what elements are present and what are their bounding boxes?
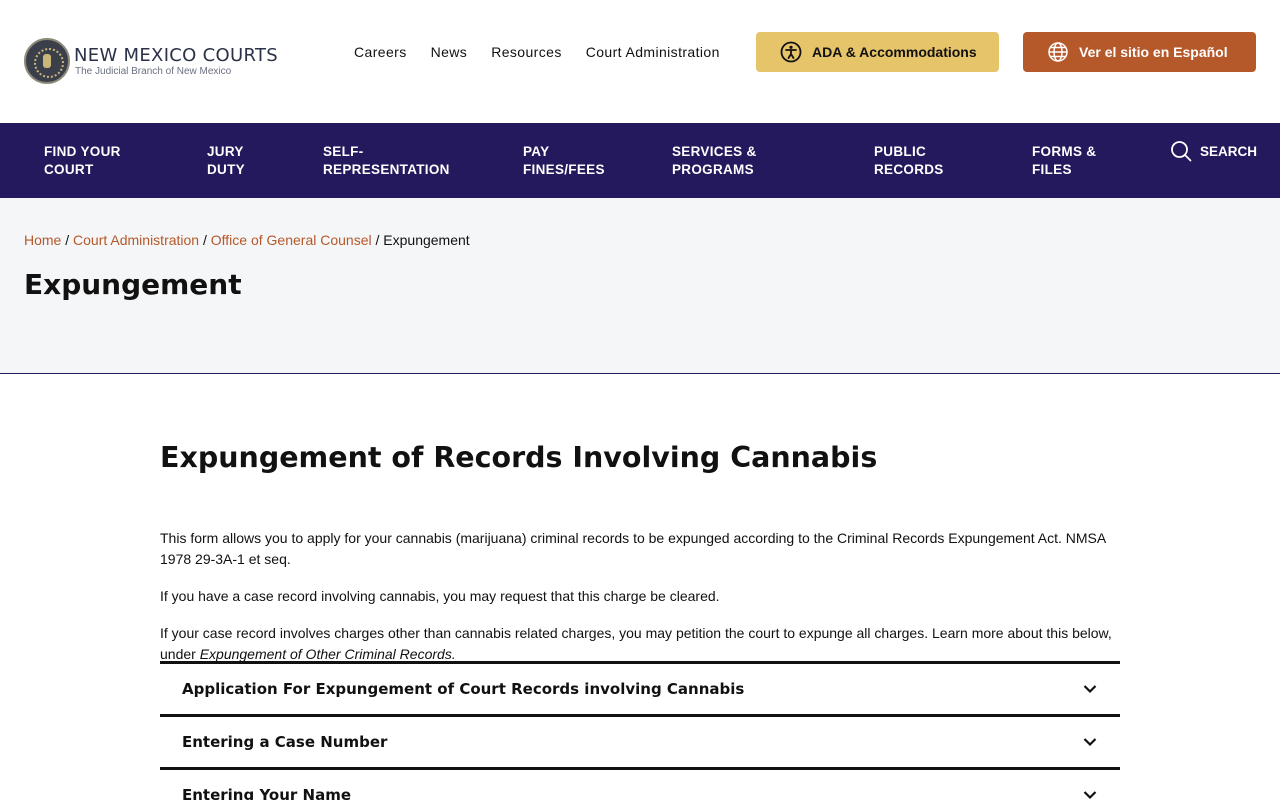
accordion-item-your-name[interactable]: Entering Your Name <box>160 767 1120 800</box>
nav-self-representation[interactable]: SELF- REPRESENTATION <box>323 143 450 179</box>
nav-label-line2: REPRESENTATION <box>323 162 450 177</box>
chevron-down-icon <box>1083 685 1097 694</box>
top-link-careers[interactable]: Careers <box>354 44 407 60</box>
chevron-down-icon <box>1083 791 1097 800</box>
nav-find-your-court[interactable]: FIND YOUR COURT <box>44 143 121 179</box>
nav-label-line1: SERVICES & <box>672 144 757 159</box>
breadcrumb-office-of-general-counsel[interactable]: Office of General Counsel <box>211 232 372 248</box>
logo-subtitle: The Judicial Branch of New Mexico <box>75 65 232 77</box>
search-button[interactable]: SEARCH <box>1170 140 1257 162</box>
nav-label-line2: PROGRAMS <box>672 162 754 177</box>
breadcrumb-home[interactable]: Home <box>24 232 61 248</box>
accessibility-icon <box>780 41 802 63</box>
nav-label-line2: COURT <box>44 162 94 177</box>
ada-button-label: ADA & Accommodations <box>812 44 977 60</box>
breadcrumb: Home / Court Administration / Office of … <box>24 232 470 248</box>
intro-paragraph: This form allows you to apply for your c… <box>160 530 1106 567</box>
cannabis-record-paragraph: If you have a case record involving cann… <box>160 588 720 604</box>
nav-label-line1: SELF- <box>323 144 364 159</box>
court-seal-icon <box>24 38 70 84</box>
breadcrumb-separator: / <box>202 232 211 248</box>
nav-label-line2: FINES/FEES <box>523 162 605 177</box>
accordion-item-application[interactable]: Application For Expungement of Court Rec… <box>160 661 1120 714</box>
top-link-resources[interactable]: Resources <box>491 44 562 60</box>
nav-label-line2: DUTY <box>207 162 245 177</box>
page-hero: Home / Court Administration / Office of … <box>0 198 1280 374</box>
logo-title: NEW MEXICO COURTS <box>74 44 278 66</box>
nav-label-line1: JURY <box>207 144 244 159</box>
ada-accommodations-button[interactable]: ADA & Accommodations <box>756 32 999 72</box>
breadcrumb-separator: / <box>65 232 74 248</box>
nav-public-records[interactable]: PUBLIC RECORDS <box>874 143 944 179</box>
nav-pay-fines-fees[interactable]: PAY FINES/FEES <box>523 143 605 179</box>
spanish-site-button[interactable]: Ver el sitio en Español <box>1023 32 1256 72</box>
globe-icon <box>1048 42 1068 62</box>
accordion-item-case-number[interactable]: Entering a Case Number <box>160 714 1120 767</box>
site-header: NEW MEXICO COURTS The Judicial Branch of… <box>0 0 1280 123</box>
top-nav: Careers News Resources Court Administrat… <box>354 44 720 60</box>
chevron-down-icon <box>1083 738 1097 747</box>
accordion-label: Application For Expungement of Court Rec… <box>182 680 745 698</box>
nav-label-line1: FIND YOUR <box>44 144 121 159</box>
nav-label-line1: PUBLIC <box>874 144 927 159</box>
top-link-court-administration[interactable]: Court Administration <box>586 44 720 60</box>
other-records-reference: Expungement of Other Criminal Records. <box>199 646 456 662</box>
main-nav: FIND YOUR COURT JURY DUTY SELF- REPRESEN… <box>0 123 1280 198</box>
main-content: Expungement of Records Involving Cannabi… <box>160 438 1120 800</box>
breadcrumb-current: Expungement <box>383 232 470 248</box>
accordion-label: Entering Your Name <box>182 786 352 800</box>
spanish-button-label: Ver el sitio en Español <box>1079 44 1228 60</box>
nav-services-programs[interactable]: SERVICES & PROGRAMS <box>672 143 757 179</box>
section-title: Expungement of Records Involving Cannabi… <box>160 441 878 474</box>
breadcrumb-court-administration[interactable]: Court Administration <box>73 232 199 248</box>
nav-label-line1: PAY <box>523 144 550 159</box>
search-label: SEARCH <box>1200 143 1258 159</box>
nav-forms-files[interactable]: FORMS & FILES <box>1032 143 1096 179</box>
nav-jury-duty[interactable]: JURY DUTY <box>207 143 245 179</box>
site-logo[interactable]: NEW MEXICO COURTS The Judicial Branch of… <box>24 38 278 84</box>
accordion-label: Entering a Case Number <box>182 733 388 751</box>
top-link-news[interactable]: News <box>431 44 468 60</box>
nav-label-line2: FILES <box>1032 162 1072 177</box>
search-icon <box>1171 141 1192 162</box>
page-title: Expungement <box>24 268 242 301</box>
other-charges-paragraph: If your case record involves charges oth… <box>160 623 1120 665</box>
nav-label-line2: RECORDS <box>874 162 944 177</box>
accordion: Application For Expungement of Court Rec… <box>160 661 1120 800</box>
nav-label-line1: FORMS & <box>1032 144 1097 159</box>
